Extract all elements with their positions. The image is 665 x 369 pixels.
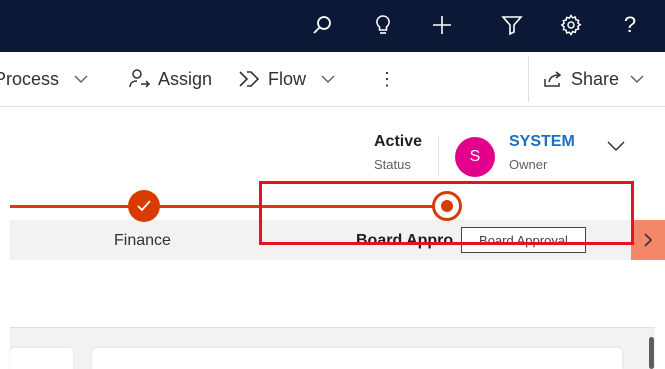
top-navigation-bar: ? <box>0 0 665 52</box>
next-stage-button[interactable] <box>631 220 665 260</box>
owner-label: Owner <box>509 157 548 172</box>
chevron-right-icon <box>644 233 653 247</box>
share-button[interactable]: Share <box>543 52 645 106</box>
command-bar-divider <box>528 56 529 102</box>
more-icon: ⋮ <box>378 68 396 89</box>
share-icon <box>543 70 563 88</box>
status-label: Status <box>374 157 411 172</box>
share-label: Share <box>571 68 620 89</box>
avatar-initial: S <box>469 148 481 165</box>
process-label: Process <box>0 68 60 89</box>
search-icon[interactable] <box>307 10 337 40</box>
stage-finance-label[interactable]: Finance <box>114 232 171 250</box>
help-glyph: ? <box>623 12 637 37</box>
status-value: Active <box>374 133 423 150</box>
flow-button[interactable]: Flow <box>238 52 336 106</box>
filter-icon[interactable] <box>497 10 527 40</box>
chevron-down-icon[interactable] <box>606 138 626 159</box>
highlight-box <box>259 181 634 245</box>
chevron-down-icon <box>629 71 645 87</box>
assign-label: Assign <box>158 68 213 89</box>
help-icon[interactable]: ? <box>615 10 645 40</box>
owner-name-link[interactable]: SYSTEM <box>509 133 575 151</box>
assign-icon <box>128 68 152 90</box>
avatar[interactable]: S <box>455 137 495 177</box>
lightbulb-icon[interactable] <box>368 10 398 40</box>
chevron-down-icon <box>73 71 89 87</box>
flow-icon <box>238 70 260 88</box>
more-commands-button[interactable]: ⋮ <box>378 52 396 106</box>
form-section-card <box>92 348 622 369</box>
scrollbar-thumb[interactable] <box>649 337 654 369</box>
header-divider <box>438 136 439 176</box>
form-section-card <box>10 348 73 369</box>
assign-button[interactable]: Assign <box>128 52 212 106</box>
process-button[interactable]: Process <box>0 52 89 106</box>
plus-icon[interactable] <box>427 10 457 40</box>
flow-label: Flow <box>268 68 307 89</box>
stage-finance-checkmark[interactable] <box>128 190 160 222</box>
command-bar: Process Assign Flow ⋮ Share <box>0 52 665 107</box>
gear-icon[interactable] <box>556 10 586 40</box>
chevron-down-icon <box>320 71 336 87</box>
